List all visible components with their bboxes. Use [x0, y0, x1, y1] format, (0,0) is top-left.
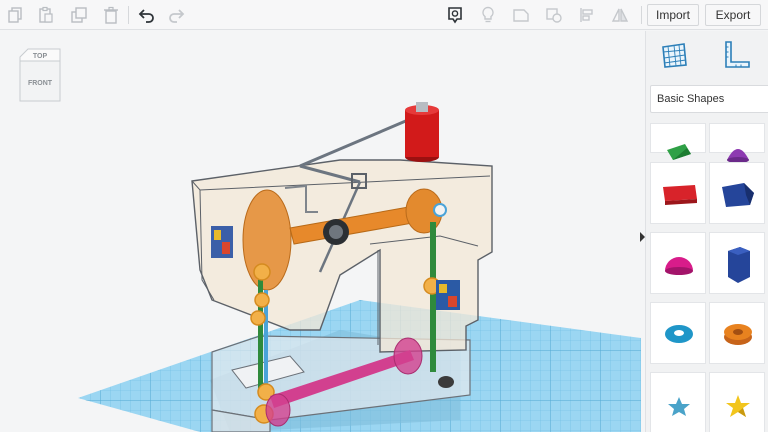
shape-category-dropdown[interactable]: Basic Shapes [650, 85, 768, 113]
shapes-panel: Basic Shapes [645, 31, 768, 432]
align-icon[interactable] [575, 3, 599, 27]
delete-icon[interactable] [99, 3, 123, 27]
view-cube[interactable]: TOP FRONT [16, 47, 62, 103]
duplicate-icon[interactable] [67, 3, 91, 27]
copy-icon[interactable] [4, 3, 28, 27]
shape-tile-hexagonal-prism[interactable] [709, 232, 765, 294]
paste-icon[interactable] [34, 3, 58, 27]
redo-icon[interactable] [165, 3, 189, 27]
workplane-icon[interactable] [658, 39, 690, 71]
hole-icon[interactable] [509, 3, 533, 27]
toolbar-divider [128, 6, 129, 24]
tinkercad-editor: Import Export TOP FRONT Basic Shapes [0, 0, 768, 432]
thread-spool[interactable] [405, 102, 439, 162]
toolbar: Import Export [0, 0, 768, 30]
shape-tile-torus[interactable] [650, 302, 706, 364]
mirror-icon[interactable] [608, 3, 632, 27]
workplane-viewport[interactable]: TOP FRONT [0, 31, 641, 432]
decal-right [436, 280, 460, 310]
export-button[interactable]: Export [705, 4, 761, 26]
group-icon[interactable] [542, 3, 566, 27]
undo-icon[interactable] [134, 3, 158, 27]
shape-tile-half-sphere[interactable] [650, 232, 706, 294]
import-button[interactable]: Import [647, 4, 699, 26]
view-cube-front-label[interactable]: FRONT [28, 80, 53, 87]
show-all-icon[interactable] [443, 3, 467, 27]
shape-tile-star[interactable] [650, 372, 706, 432]
shape-tile-tube[interactable] [709, 302, 765, 364]
shape-tile-paraboloid[interactable] [709, 123, 765, 163]
light-bulb-icon[interactable] [476, 3, 500, 27]
decal-left [211, 226, 233, 258]
shape-tile-polygon[interactable] [709, 162, 765, 224]
view-cube-top-label[interactable]: TOP [33, 53, 48, 60]
shape-tile-text[interactable] [650, 162, 706, 224]
ruler-icon[interactable] [720, 39, 752, 71]
shape-tile-star[interactable] [709, 372, 765, 432]
shape-tile-pyramid[interactable] [650, 123, 706, 160]
toolbar-divider [641, 6, 642, 24]
3d-scene [78, 102, 641, 432]
